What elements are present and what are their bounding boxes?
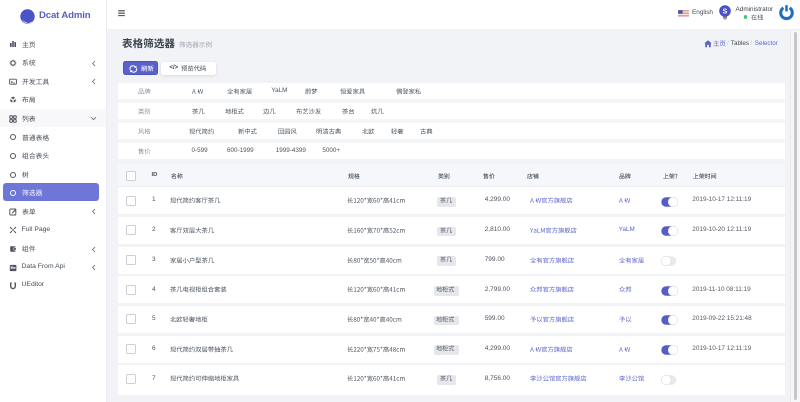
svg-text:S: S [723, 9, 728, 16]
